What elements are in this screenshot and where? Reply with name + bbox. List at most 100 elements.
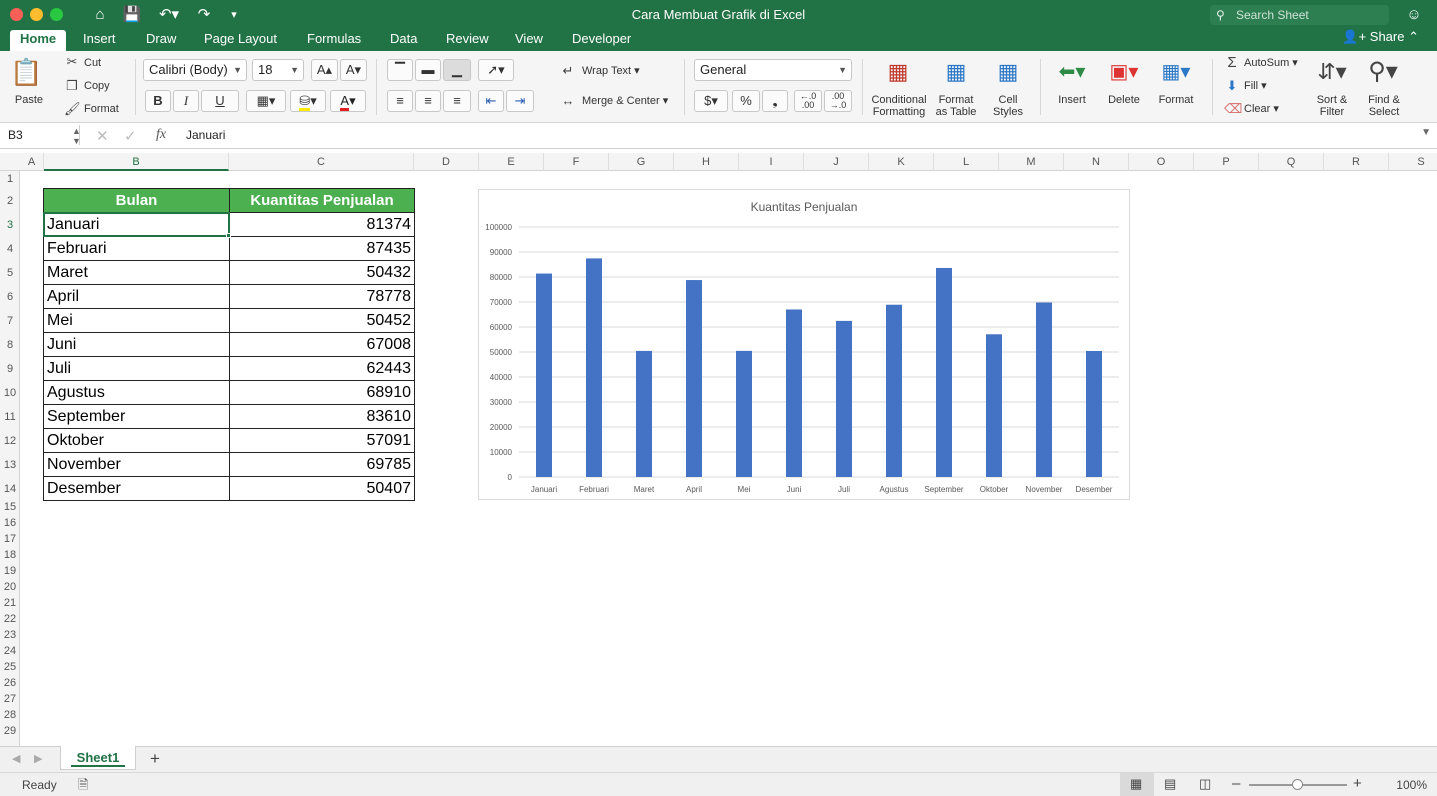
row-header-19[interactable]: 19 (0, 563, 20, 579)
tab-formulas[interactable]: Formulas (307, 30, 361, 51)
column-chart[interactable]: Kuantitas Penjualan 0 10000 20000 30000 40000… (478, 189, 1130, 500)
increase-font-size-button[interactable]: A▴ (311, 59, 338, 81)
row-header-23[interactable]: 23 (0, 627, 20, 643)
cell-quantity[interactable]: 87435 (229, 236, 415, 261)
row-header-24[interactable]: 24 (0, 643, 20, 659)
name-box-stepper-icon[interactable]: ▲ ▼ (72, 126, 81, 146)
page-layout-view-icon[interactable]: ▤ (1164, 776, 1176, 792)
format-painter-icon[interactable]: 🖌 (64, 101, 81, 117)
scroll-right-icon[interactable]: ▶ (34, 752, 42, 765)
bar-mei[interactable] (736, 350, 752, 477)
font-size-select[interactable]: 18 ▼ (252, 59, 304, 81)
bold-button[interactable]: B (145, 90, 171, 112)
row-header-29[interactable]: 29 (0, 723, 20, 739)
cell-month[interactable]: Mei (43, 308, 230, 333)
insert-function-icon[interactable]: fx (156, 127, 166, 143)
cut-button[interactable]: Cut (84, 57, 101, 69)
cell-quantity[interactable]: 83610 (229, 404, 415, 429)
cell-month[interactable]: April (43, 284, 230, 309)
format-cells-button[interactable]: Format (1156, 94, 1196, 106)
fill-button[interactable]: Fill ▾ (1244, 80, 1267, 92)
row-header-9[interactable]: 9 (0, 355, 20, 379)
cell-month[interactable]: November (43, 452, 230, 477)
cut-icon[interactable]: ✂ (64, 54, 80, 70)
tab-review[interactable]: Review (446, 30, 489, 51)
italic-button[interactable]: I (173, 90, 199, 112)
macro-record-icon[interactable]: 🗎 (78, 776, 88, 796)
decrease-font-size-button[interactable]: A▾ (340, 59, 367, 81)
decrease-decimal-button[interactable]: .00 →.0 (824, 90, 852, 112)
tab-developer[interactable]: Developer (572, 30, 631, 51)
smiley-feedback-icon[interactable]: ☺ (1404, 5, 1424, 25)
bar-januari[interactable] (536, 273, 552, 477)
normal-view-button[interactable]: ▦ (1120, 773, 1154, 796)
share-button[interactable]: 👤+ Share ⌃ (1342, 30, 1419, 44)
row-header-1[interactable]: 1 (0, 171, 20, 187)
row-header-6[interactable]: 6 (0, 283, 20, 307)
format-painter-button[interactable]: Format (84, 103, 119, 115)
copy-icon[interactable]: ❐ (64, 78, 80, 94)
row-header-14[interactable]: 14 (0, 475, 20, 499)
column-header-j[interactable]: J (804, 153, 869, 171)
header-kuantitas[interactable]: Kuantitas Penjualan (229, 188, 415, 213)
delete-cells-button[interactable]: Delete (1104, 94, 1144, 106)
column-header-g[interactable]: G (609, 153, 674, 171)
header-bulan[interactable]: Bulan (43, 188, 230, 213)
fill-color-button[interactable]: ⛁▾ (290, 90, 326, 112)
bar-juni[interactable] (786, 309, 802, 477)
column-header-e[interactable]: E (479, 153, 544, 171)
sort-filter-icon[interactable]: ⇵▾ (1312, 59, 1352, 85)
align-middle-button[interactable]: ▬ (415, 59, 441, 81)
bar-april[interactable] (686, 280, 702, 477)
column-header-l[interactable]: L (934, 153, 999, 171)
paste-label[interactable]: Paste (8, 94, 50, 106)
conditional-formatting-button[interactable]: Conditional Formatting (866, 94, 932, 118)
cell-styles-icon[interactable]: ▦ (988, 59, 1028, 85)
merge-center-button[interactable]: Merge & Center ▾ (582, 95, 668, 107)
column-header-q[interactable]: Q (1259, 153, 1324, 171)
cell-month[interactable]: Juni (43, 332, 230, 357)
tab-insert[interactable]: Insert (83, 30, 116, 51)
bar-oktober[interactable] (986, 334, 1002, 477)
tab-home[interactable]: Home (10, 30, 67, 51)
fill-handle[interactable] (226, 233, 231, 238)
currency-button[interactable]: $▾ (694, 90, 728, 112)
cell-quantity[interactable]: 81374 (229, 212, 415, 237)
cell-quantity[interactable]: 67008 (229, 332, 415, 357)
row-header-11[interactable]: 11 (0, 403, 20, 427)
column-header-b[interactable]: B (44, 153, 229, 171)
tab-data[interactable]: Data (390, 30, 417, 51)
increase-indent-button[interactable]: ⇥ (506, 90, 534, 112)
borders-button[interactable]: ▦▾ (246, 90, 286, 112)
expand-formula-bar-icon[interactable]: ▼ (1421, 127, 1431, 138)
page-break-view-icon[interactable]: ◫ (1199, 776, 1211, 792)
zoom-level[interactable]: 100% (1396, 778, 1427, 792)
add-sheet-icon[interactable]: + (150, 749, 160, 769)
number-format-select[interactable]: General ▼ (694, 59, 852, 81)
name-box[interactable]: B3 (6, 125, 80, 145)
zoom-out-icon[interactable]: – (1232, 775, 1240, 792)
chart-title[interactable]: Kuantitas Penjualan (751, 200, 858, 214)
sheet-tab-sheet1[interactable]: Sheet1 (60, 746, 136, 770)
row-header-7[interactable]: 7 (0, 307, 20, 331)
column-header-c[interactable]: C (229, 153, 414, 171)
comma-style-button[interactable]: ❟ (762, 90, 788, 112)
cell-quantity[interactable]: 50432 (229, 260, 415, 285)
column-header-a[interactable]: A (20, 153, 44, 171)
column-header-p[interactable]: P (1194, 153, 1259, 171)
row-header-25[interactable]: 25 (0, 659, 20, 675)
search-sheet-input[interactable]: ⚲ Search Sheet (1210, 5, 1389, 25)
bar-desember[interactable] (1086, 350, 1102, 477)
clear-button[interactable]: Clear ▾ (1244, 103, 1279, 115)
bar-maret[interactable] (636, 350, 652, 477)
row-header-17[interactable]: 17 (0, 531, 20, 547)
column-header-f[interactable]: F (544, 153, 609, 171)
scroll-left-icon[interactable]: ◀ (12, 752, 20, 765)
cell-month[interactable]: Agustus (43, 380, 230, 405)
bar-juli[interactable] (836, 320, 852, 477)
tab-view[interactable]: View (515, 30, 543, 51)
bar-september[interactable] (936, 267, 952, 477)
row-header-10[interactable]: 10 (0, 379, 20, 403)
cell-month[interactable]: Juli (43, 356, 230, 381)
cell-month[interactable]: Januari (43, 212, 230, 237)
